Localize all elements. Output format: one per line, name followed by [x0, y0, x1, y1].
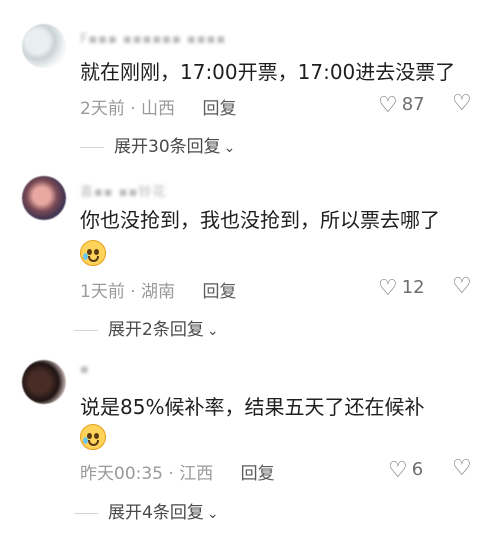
heart-icon: ♡: [388, 458, 408, 483]
broken-heart-icon: ♡: [452, 456, 472, 481]
avatar[interactable]: [22, 24, 66, 68]
meta-separator: ·: [130, 99, 136, 119]
reply-button[interactable]: 回复: [202, 99, 236, 119]
expand-label: 展开4条回复: [108, 503, 204, 523]
expand-label: 展开30条回复: [114, 137, 221, 157]
broken-heart-icon: ♡: [452, 274, 472, 299]
comment-text: 你也没抢到，我也没抢到，所以票去哪了: [80, 208, 440, 232]
comment-meta: 2天前 · 山西 回复: [80, 94, 236, 119]
dislike-button[interactable]: ♡: [452, 91, 472, 116]
cold-sweat-emoji: [80, 240, 106, 266]
comment-text: 说是85%候补率，结果五天了还在候补: [80, 395, 425, 419]
divider: [74, 512, 98, 514]
broken-heart-icon: ♡: [452, 91, 472, 116]
comment-time: 2天前: [80, 99, 125, 119]
meta-separator: ·: [168, 464, 174, 484]
heart-icon: ♡: [378, 276, 398, 301]
comment-time: 昨天00:35: [80, 464, 163, 484]
avatar[interactable]: [22, 176, 66, 220]
username[interactable]: F▪▪▪ ▪▪▪▪▪▪ ▪▪▪▪: [80, 32, 226, 47]
meta-separator: ·: [130, 282, 136, 302]
comment-meta: 昨天00:35 · 江西 回复: [80, 459, 275, 484]
chevron-down-icon: ⌄: [223, 140, 236, 156]
like-count: 12: [401, 277, 425, 298]
comment-location: 江西: [179, 464, 214, 484]
divider: [74, 329, 98, 331]
comment-text: 就在刚刚，17:00开票，17:00进去没票了: [80, 60, 456, 84]
comment-time: 1天前: [80, 282, 125, 302]
reply-button[interactable]: 回复: [241, 464, 275, 484]
expand-replies-button[interactable]: 展开2条回复 ⌄: [74, 315, 219, 340]
dislike-button[interactable]: ♡: [452, 456, 472, 481]
like-count: 87: [401, 94, 425, 115]
chevron-down-icon: ⌄: [206, 506, 219, 522]
expand-replies-button[interactable]: 展开30条回复 ⌄: [80, 132, 235, 157]
like-button[interactable]: ♡ 87: [378, 93, 425, 118]
comment-meta: 1天前 · 湖南 回复: [80, 277, 236, 302]
divider: [80, 146, 104, 148]
expand-label: 展开2条回复: [108, 320, 204, 340]
comment-location: 山西: [141, 99, 176, 119]
like-count: 6: [411, 459, 424, 480]
avatar[interactable]: [22, 360, 66, 404]
dislike-button[interactable]: ♡: [452, 274, 472, 299]
like-button[interactable]: ♡ 12: [378, 276, 425, 301]
username[interactable]: ▪: [80, 362, 90, 377]
like-button[interactable]: ♡ 6: [388, 458, 423, 483]
comment-location: 湖南: [141, 282, 176, 302]
expand-replies-button[interactable]: 展开4条回复 ⌄: [74, 498, 219, 523]
reply-button[interactable]: 回复: [202, 282, 236, 302]
laughing-sweat-emoji: [80, 424, 106, 450]
heart-icon: ♡: [378, 93, 398, 118]
chevron-down-icon: ⌄: [206, 323, 219, 339]
username[interactable]: 喜▪▪ ▪▪铃花: [80, 181, 166, 200]
